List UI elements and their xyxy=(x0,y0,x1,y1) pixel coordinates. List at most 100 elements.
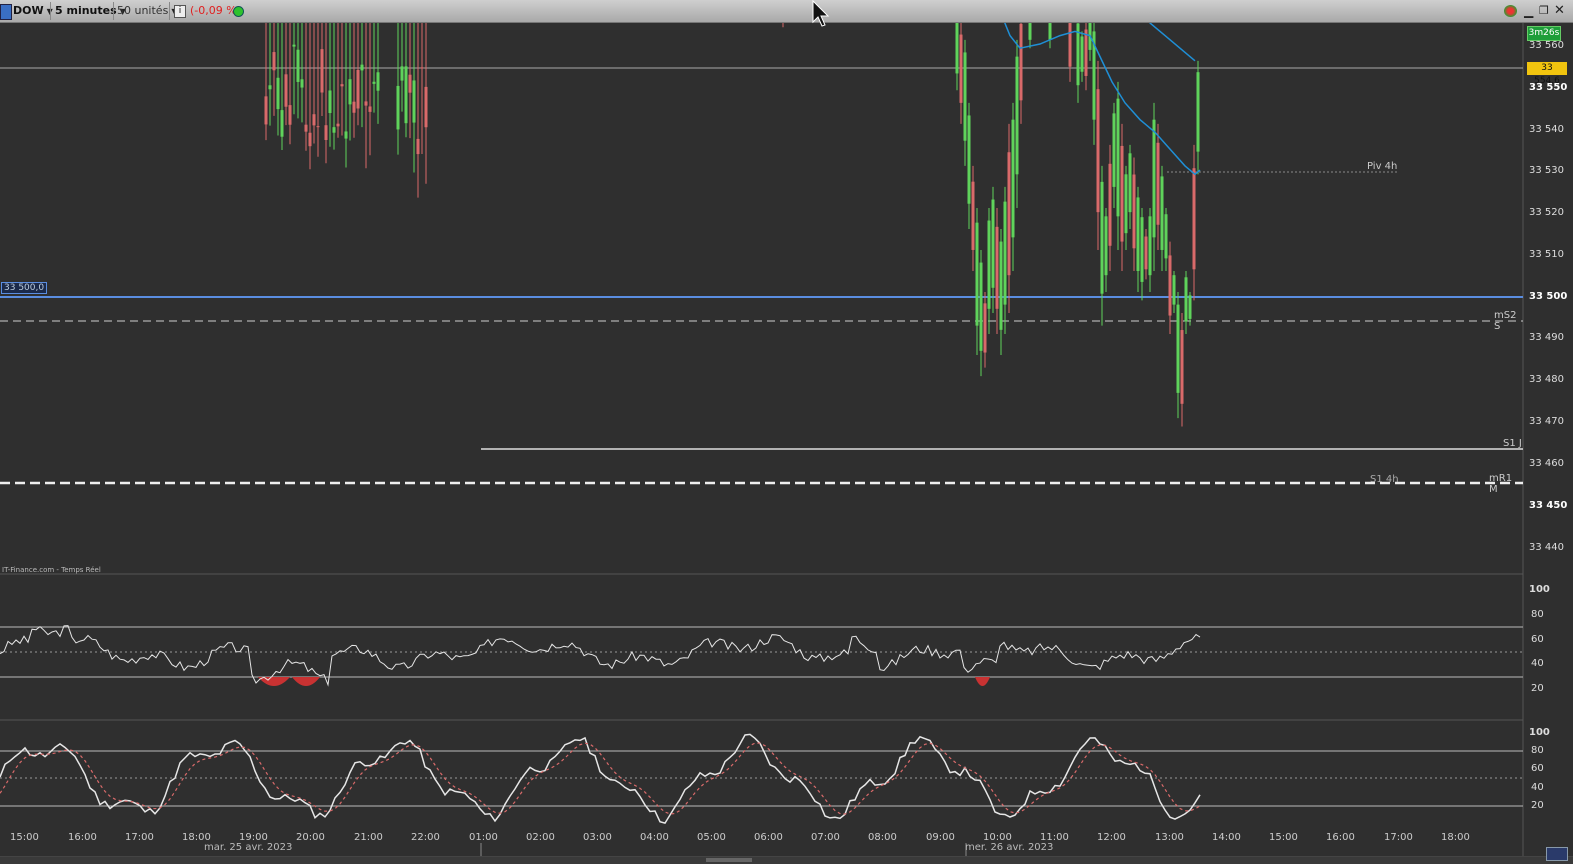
stoch-tick-label: 100 xyxy=(1529,727,1550,738)
candle-body xyxy=(300,79,304,88)
restore-icon[interactable]: ❐ xyxy=(1539,3,1549,19)
time-tick-label: 18:00 xyxy=(182,832,211,843)
candle-body xyxy=(1144,236,1148,270)
keyboard-icon[interactable] xyxy=(1546,847,1568,861)
price-tick-label: 33 440 xyxy=(1529,542,1564,553)
rsi-oversold-area xyxy=(258,677,290,686)
piv4h-label: Piv 4h xyxy=(1367,161,1398,172)
candle-body xyxy=(995,226,999,309)
candle-body xyxy=(276,77,280,110)
s14h-label: S1 4h xyxy=(1370,474,1399,485)
price-tick-label: 33 520 xyxy=(1529,207,1564,218)
price-chart[interactable] xyxy=(0,23,1573,863)
candle-body xyxy=(1100,181,1104,294)
price-tick-label: 33 450 xyxy=(1529,500,1568,511)
symbol-selector[interactable]: DOW▼ xyxy=(13,3,53,19)
candle-body xyxy=(404,66,408,124)
price-tick-label: 33 500 xyxy=(1529,291,1568,302)
candle-body xyxy=(284,74,288,107)
candle-body xyxy=(424,86,428,128)
candle-body xyxy=(356,69,360,109)
candle-body xyxy=(316,126,320,128)
candle-body xyxy=(1192,168,1196,270)
price-tick-label: 33 530 xyxy=(1529,165,1564,176)
candle-body xyxy=(352,101,356,113)
time-tick-label: 10:00 xyxy=(983,832,1012,843)
candle-body xyxy=(1068,23,1072,67)
candle-body xyxy=(1011,119,1015,238)
candle-body xyxy=(1084,29,1088,76)
candle-body xyxy=(1003,201,1007,305)
time-tick-label: 16:00 xyxy=(68,832,97,843)
time-tick-label: 06:00 xyxy=(754,832,783,843)
info-icon[interactable]: i xyxy=(174,5,186,18)
candle-body xyxy=(1015,56,1019,175)
candle-body xyxy=(1176,304,1180,393)
bar-timer: 3m26s xyxy=(1527,26,1561,41)
candle-body xyxy=(376,72,380,91)
candle-body xyxy=(348,79,352,105)
time-tick-label: 09:00 xyxy=(926,832,955,843)
level-33500-tag[interactable]: 33 500,0 xyxy=(1,282,48,294)
date-label: mer. 26 avr. 2023 xyxy=(965,842,1054,853)
candle-body xyxy=(1156,142,1160,225)
candle-body xyxy=(272,52,276,71)
toolbar-divider xyxy=(113,2,114,20)
scrollbar-thumb[interactable] xyxy=(706,858,752,862)
candle-body xyxy=(364,101,368,106)
candle-body xyxy=(1128,153,1132,213)
candle-body xyxy=(288,105,292,125)
candle-body xyxy=(1184,277,1188,322)
candle-body xyxy=(967,115,971,204)
candle-body xyxy=(1120,145,1124,242)
symbol-label: DOW xyxy=(13,4,44,17)
candle-body xyxy=(340,84,344,87)
candle-body xyxy=(396,85,400,130)
rsi-oversold-fill xyxy=(258,677,990,686)
time-tick-label: 15:00 xyxy=(1269,832,1298,843)
toolbar-divider xyxy=(50,2,51,20)
candle-body xyxy=(1112,113,1116,187)
candle-body xyxy=(955,23,959,74)
price-tick-label: 33 470 xyxy=(1529,416,1564,427)
candle-body xyxy=(320,49,324,93)
candle-body xyxy=(1196,72,1200,152)
candle-body xyxy=(280,110,284,137)
time-tick-label: 19:00 xyxy=(239,832,268,843)
candle-body xyxy=(304,124,308,132)
time-tick-label: 18:00 xyxy=(1441,832,1470,843)
minimize-icon[interactable]: ▁ xyxy=(1524,3,1533,19)
time-tick-label: 05:00 xyxy=(697,832,726,843)
close-icon[interactable]: ✕ xyxy=(1554,3,1565,19)
candle-body xyxy=(959,34,963,103)
price-tick-label: 33 540 xyxy=(1529,124,1564,135)
rsi-tick-label: 100 xyxy=(1529,584,1550,595)
candle-body xyxy=(1080,36,1084,72)
candle-body xyxy=(400,66,404,81)
stoch-tick-label: 20 xyxy=(1531,800,1544,811)
candle-body xyxy=(987,220,991,309)
time-tick-label: 13:00 xyxy=(1155,832,1184,843)
rsi-line xyxy=(0,625,1201,687)
candle-body xyxy=(416,138,420,155)
price-tick-label: 33 550 xyxy=(1529,82,1568,93)
candle-body xyxy=(1168,255,1172,316)
price-tick-label: 33 460 xyxy=(1529,458,1564,469)
chart-area[interactable]: Piv 4h mS2 S S1 J S1 4h mR1 M 33 500,0 I… xyxy=(0,23,1524,863)
alert-icon[interactable] xyxy=(1504,5,1517,17)
time-tick-label: 03:00 xyxy=(583,832,612,843)
time-tick-label: 02:00 xyxy=(526,832,555,843)
chart-settings-icon[interactable] xyxy=(0,4,12,20)
candle-body xyxy=(1152,119,1156,238)
timeframe-selector[interactable]: 5 minutes ▼ xyxy=(55,3,126,19)
rsi-tick-label: 60 xyxy=(1531,634,1544,645)
time-tick-label: 12:00 xyxy=(1097,832,1126,843)
time-tick-label: 17:00 xyxy=(125,832,154,843)
rsi-tick-label: 20 xyxy=(1531,683,1544,694)
candle-body xyxy=(332,127,336,133)
candle-body xyxy=(308,132,312,147)
candle-body xyxy=(1136,197,1140,271)
candle-body xyxy=(963,52,967,141)
candle-body xyxy=(312,114,316,126)
units-label: 50 unités xyxy=(117,4,169,17)
